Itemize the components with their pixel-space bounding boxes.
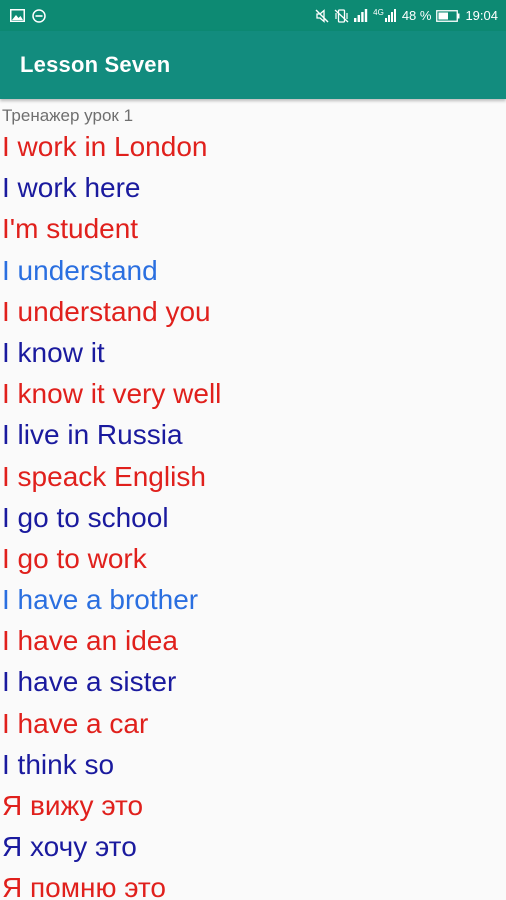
phrase-item[interactable]: I live in Russia bbox=[2, 414, 506, 455]
app-bar: Lesson Seven bbox=[0, 31, 506, 99]
vibrate-icon bbox=[334, 8, 349, 23]
phrase-item[interactable]: I work in London bbox=[2, 126, 506, 167]
phrase-item[interactable]: I know it bbox=[2, 332, 506, 373]
phrase-item[interactable]: I understand you bbox=[2, 291, 506, 332]
mute-icon bbox=[315, 8, 329, 23]
lte-signal-icon: 4G bbox=[373, 9, 397, 22]
phrase-item[interactable]: I understand bbox=[2, 250, 506, 291]
phrase-item[interactable]: I'm student bbox=[2, 208, 506, 249]
network-label: 4G bbox=[373, 8, 384, 17]
status-bar-left bbox=[10, 8, 46, 23]
phrase-item[interactable]: Я вижу это bbox=[2, 785, 506, 826]
phrase-item[interactable]: I know it very well bbox=[2, 373, 506, 414]
status-bar: 4G 48 % 19:04 bbox=[0, 0, 506, 31]
phrase-item[interactable]: I speack English bbox=[2, 456, 506, 497]
phrase-item[interactable]: I have a car bbox=[2, 703, 506, 744]
phrase-item[interactable]: I have a sister bbox=[2, 661, 506, 702]
status-bar-right: 4G 48 % 19:04 bbox=[315, 9, 498, 23]
phrase-item[interactable]: I work here bbox=[2, 167, 506, 208]
signal-icon bbox=[354, 9, 368, 22]
phrase-list: I work in London I work here I'm student… bbox=[0, 126, 506, 900]
phrase-item[interactable]: I have a brother bbox=[2, 579, 506, 620]
battery-icon bbox=[436, 9, 460, 22]
minus-circle-icon bbox=[32, 8, 46, 23]
gallery-icon bbox=[10, 9, 25, 22]
status-time: 19:04 bbox=[465, 8, 498, 23]
phrase-item[interactable]: I think so bbox=[2, 744, 506, 785]
phrase-item[interactable]: Я помню это bbox=[2, 867, 506, 900]
lesson-content[interactable]: Тренажер урок 1 I work in London I work … bbox=[0, 99, 506, 900]
phrase-item[interactable]: I go to work bbox=[2, 538, 506, 579]
battery-percent: 48 % bbox=[401, 8, 432, 23]
phrase-item[interactable]: I go to school bbox=[2, 497, 506, 538]
lesson-subtitle: Тренажер урок 1 bbox=[2, 106, 134, 125]
app-title: Lesson Seven bbox=[20, 52, 171, 77]
phrase-item[interactable]: I have an idea bbox=[2, 620, 506, 661]
phrase-item[interactable]: Я хочу это bbox=[2, 826, 506, 867]
